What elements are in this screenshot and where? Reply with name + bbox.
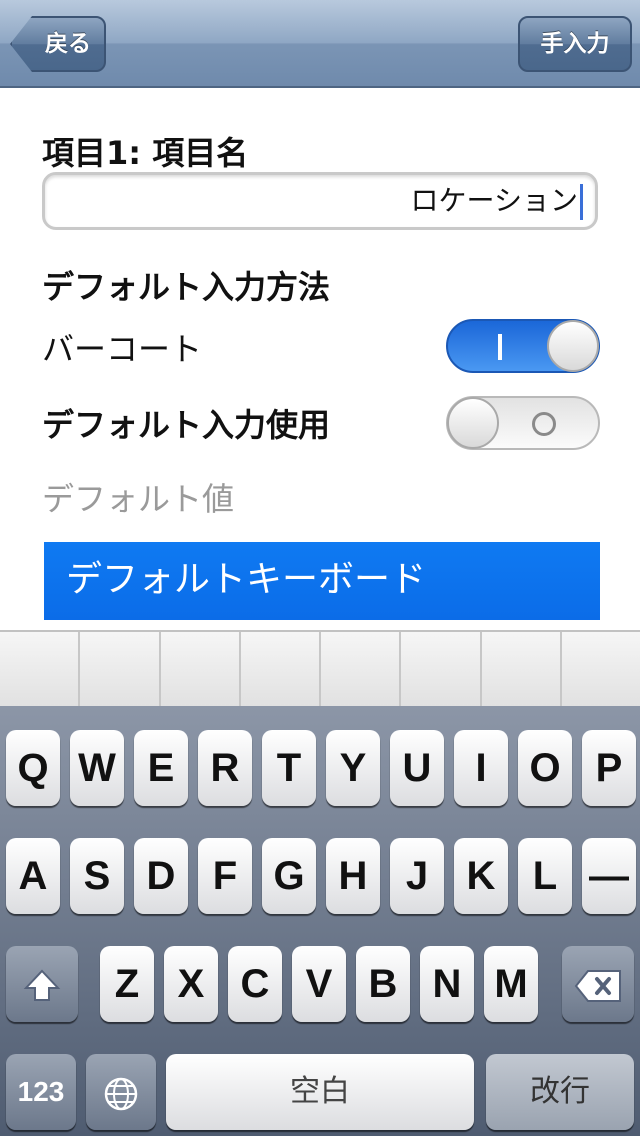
keyboard: Q W E R T Y U I O P A S D F G H J K L — …: [0, 706, 640, 1136]
key-i[interactable]: I: [454, 730, 508, 806]
key-d[interactable]: D: [134, 838, 188, 914]
key-a[interactable]: A: [6, 838, 60, 914]
back-button-label: 戻る: [45, 31, 91, 57]
key-u[interactable]: U: [390, 730, 444, 806]
globe-key[interactable]: [86, 1054, 156, 1130]
candidate-cell[interactable]: [80, 632, 161, 706]
backspace-key[interactable]: [562, 946, 634, 1022]
manual-input-button[interactable]: 手入力: [518, 16, 632, 72]
key-j[interactable]: J: [390, 838, 444, 914]
numbers-key[interactable]: 123: [6, 1054, 76, 1130]
default-keyboard-row[interactable]: デフォルトキーボード: [44, 542, 600, 620]
shift-key[interactable]: [6, 946, 78, 1022]
key-c[interactable]: C: [228, 946, 282, 1022]
navigation-bar: 戻る 手入力: [0, 0, 640, 88]
key-z[interactable]: Z: [100, 946, 154, 1022]
barcode-label: バーコート: [42, 330, 203, 368]
candidate-cell[interactable]: [241, 632, 321, 706]
candidate-cell[interactable]: [321, 632, 402, 706]
key-g[interactable]: G: [262, 838, 316, 914]
space-key[interactable]: 空白: [166, 1054, 474, 1130]
candidate-cell[interactable]: [0, 632, 81, 706]
key-p[interactable]: P: [582, 730, 636, 806]
key-m[interactable]: M: [484, 946, 538, 1022]
key-t[interactable]: T: [262, 730, 316, 806]
text-caret: [580, 184, 583, 220]
key-f[interactable]: F: [198, 838, 252, 914]
key-q[interactable]: Q: [6, 730, 60, 806]
toggle-off-mark: [532, 412, 556, 436]
key-y[interactable]: Y: [326, 730, 380, 806]
shift-icon: [23, 969, 61, 1002]
key-v[interactable]: V: [292, 946, 346, 1022]
item-name-value: ロケーション: [410, 184, 578, 217]
item-name-input[interactable]: ロケーション: [42, 172, 598, 230]
toggle-knob: [547, 320, 599, 372]
key-dash[interactable]: —: [582, 838, 636, 914]
key-s[interactable]: S: [70, 838, 124, 914]
globe-icon: [104, 1078, 138, 1111]
key-l[interactable]: L: [518, 838, 572, 914]
keyboard-candidate-bar: [0, 630, 640, 706]
key-k[interactable]: K: [454, 838, 508, 914]
key-w[interactable]: W: [70, 730, 124, 806]
return-key[interactable]: 改行: [486, 1054, 634, 1130]
default-value-label: デフォルト値: [42, 480, 235, 518]
key-x[interactable]: X: [164, 946, 218, 1022]
candidate-cell[interactable]: [161, 632, 241, 706]
default-method-heading: デフォルト入力方法: [42, 268, 331, 306]
key-e[interactable]: E: [134, 730, 188, 806]
backspace-icon: [574, 970, 621, 1003]
candidate-cell[interactable]: [482, 632, 562, 706]
key-n[interactable]: N: [420, 946, 474, 1022]
key-h[interactable]: H: [326, 838, 380, 914]
key-b[interactable]: B: [356, 946, 410, 1022]
key-o[interactable]: O: [518, 730, 572, 806]
toggle-on-mark: [498, 334, 502, 360]
back-button[interactable]: 戻る: [10, 16, 106, 72]
toggle-knob: [447, 397, 499, 449]
barcode-toggle[interactable]: [446, 319, 600, 373]
candidate-cell[interactable]: [562, 632, 640, 706]
default-use-toggle[interactable]: [446, 396, 600, 450]
key-r[interactable]: R: [198, 730, 252, 806]
default-use-label: デフォルト入力使用: [42, 406, 331, 444]
candidate-cell[interactable]: [401, 632, 482, 706]
item-name-label: 項目1: 項目名: [42, 134, 249, 172]
